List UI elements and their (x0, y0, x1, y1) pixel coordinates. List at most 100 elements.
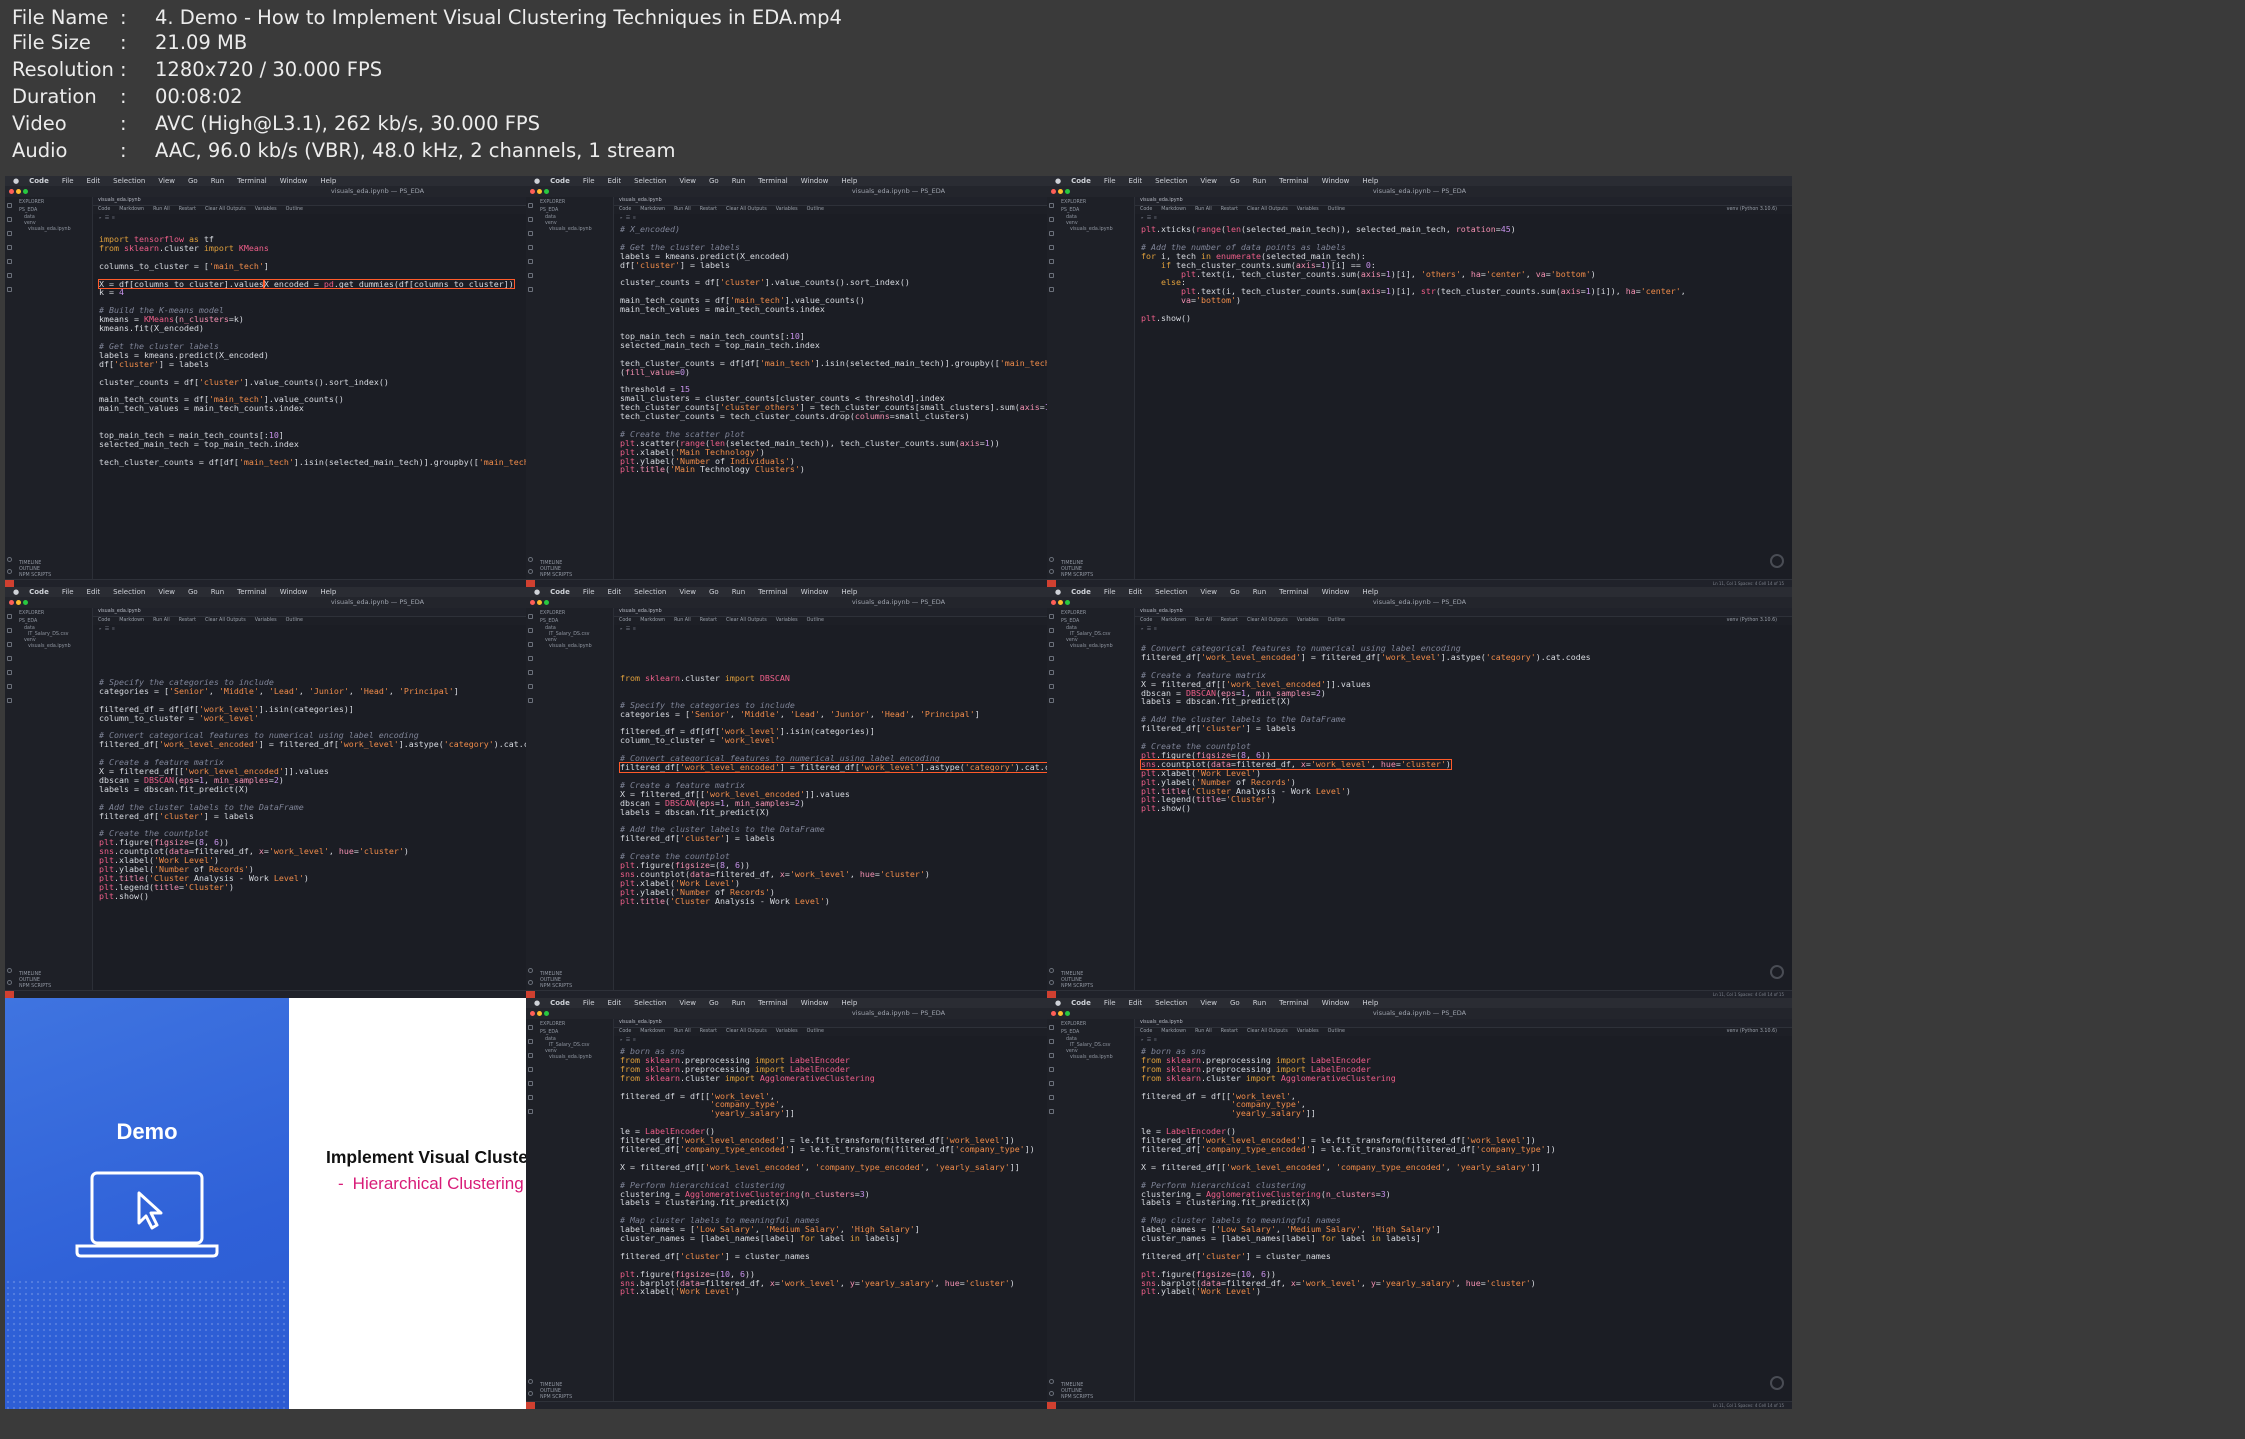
manage-gear-icon[interactable] (7, 569, 12, 574)
menu-item-help[interactable]: Help (841, 999, 857, 1007)
files-icon[interactable] (1049, 1025, 1054, 1030)
tree-item[interactable]: visuals_eda.ipynb (549, 1055, 592, 1060)
toolbar-button-markdown[interactable]: Markdown (1161, 207, 1186, 212)
menu-item-terminal[interactable]: Terminal (758, 588, 788, 596)
sidebar-panel-outline[interactable]: OUTLINE (1061, 567, 1082, 572)
run-debug-icon[interactable] (1049, 656, 1054, 661)
menu-item-edit[interactable]: Edit (87, 588, 101, 596)
manage-gear-icon[interactable] (528, 569, 533, 574)
extensions-icon[interactable] (1049, 1081, 1054, 1086)
source-control-icon[interactable] (528, 642, 533, 647)
toolbar-button-outline[interactable]: Outline (286, 207, 303, 212)
menu-item-edit[interactable]: Edit (608, 177, 622, 185)
notebook-editor[interactable]: visuals_eda.ipynb Code Markdown Run All Rest… (1135, 608, 1792, 991)
tree-item[interactable]: visuals_eda.ipynb (549, 227, 592, 232)
tree-item[interactable]: visuals_eda.ipynb (1070, 644, 1113, 649)
toolbar-button-restart[interactable]: Restart (1221, 1029, 1238, 1034)
toolbar-button-code[interactable]: Code (619, 1029, 631, 1034)
tab-visuals-eda[interactable]: visuals_eda.ipynb (1135, 197, 1792, 206)
toolbar-button-clear-all-outputs[interactable]: Clear All Outputs (205, 207, 246, 212)
menu-item-help[interactable]: Help (320, 177, 336, 185)
menu-item-help[interactable]: Help (320, 588, 336, 596)
account-icon[interactable] (528, 1379, 533, 1384)
tree-item[interactable]: data (1066, 215, 1077, 220)
manage-gear-icon[interactable] (1049, 980, 1054, 985)
remote-icon[interactable] (1049, 698, 1054, 703)
tree-item[interactable]: data (1066, 626, 1077, 631)
testing-icon[interactable] (528, 684, 533, 689)
sidebar-panel-outline[interactable]: OUTLINE (1061, 1389, 1082, 1394)
tree-item[interactable]: data (545, 626, 556, 631)
testing-icon[interactable] (528, 273, 533, 278)
code-cell[interactable]: # born as sns from sklearn.preprocessing … (1141, 1047, 1792, 1402)
menu-item-go[interactable]: Go (1230, 177, 1240, 185)
tree-item-csv[interactable]: IT_Salary_DS.csv (549, 1043, 589, 1048)
extensions-icon[interactable] (528, 670, 533, 675)
account-icon[interactable] (7, 557, 12, 562)
menu-item-terminal[interactable]: Terminal (1279, 999, 1309, 1007)
remote-indicator-icon[interactable] (5, 991, 14, 998)
menu-item-file[interactable]: File (62, 177, 74, 185)
vscode-thumbnail[interactable]: ● Code File Edit Selection View Go Run Terminal W… (1047, 998, 1792, 1409)
tree-item[interactable]: data (545, 1037, 556, 1042)
remote-indicator-icon[interactable] (526, 991, 535, 998)
kernel-picker[interactable]: venv (Python 3.10.6) (1727, 1028, 1777, 1036)
run-debug-icon[interactable] (7, 656, 12, 661)
menu-item-terminal[interactable]: Terminal (237, 177, 267, 185)
sidebar-panel-npm-scripts[interactable]: NPM SCRIPTS (1061, 984, 1093, 989)
toolbar-button-outline[interactable]: Outline (1328, 207, 1345, 212)
toolbar-button-code[interactable]: Code (1140, 207, 1152, 212)
tree-item[interactable]: visuals_eda.ipynb (28, 644, 71, 649)
search-icon[interactable] (1049, 628, 1054, 633)
menu-item-help[interactable]: Help (841, 588, 857, 596)
toolbar-button-markdown[interactable]: Markdown (640, 207, 665, 212)
menu-item-view[interactable]: View (158, 588, 175, 596)
menu-item-window[interactable]: Window (1322, 999, 1350, 1007)
project-folder[interactable]: PS_EDA (1061, 619, 1079, 624)
menu-item-terminal[interactable]: Terminal (758, 177, 788, 185)
sidebar-panel-timeline[interactable]: TIMELINE (540, 561, 562, 566)
kernel-picker[interactable]: venv (Python 3.10.6) (1727, 617, 1777, 625)
run-debug-icon[interactable] (1049, 1067, 1054, 1072)
account-icon[interactable] (1049, 557, 1054, 562)
menu-item-file[interactable]: File (1104, 177, 1116, 185)
tree-item[interactable]: venv (545, 638, 557, 643)
extensions-icon[interactable] (528, 259, 533, 264)
toolbar-button-run-all[interactable]: Run All (1195, 618, 1212, 623)
menu-item-code[interactable]: Code (550, 999, 570, 1007)
toolbar-button-variables[interactable]: Variables (255, 618, 277, 623)
manage-gear-icon[interactable] (528, 1391, 533, 1396)
project-folder[interactable]: PS_EDA (540, 208, 558, 213)
toolbar-button-markdown[interactable]: Markdown (1161, 618, 1186, 623)
menu-item-edit[interactable]: Edit (87, 177, 101, 185)
sidebar-panel-outline[interactable]: OUTLINE (540, 567, 561, 572)
manage-gear-icon[interactable] (1049, 1391, 1054, 1396)
files-icon[interactable] (1049, 614, 1054, 619)
source-control-icon[interactable] (7, 231, 12, 236)
sidebar-panel-timeline[interactable]: TIMELINE (1061, 1383, 1083, 1388)
apple-logo-icon[interactable]: ● (534, 588, 540, 596)
menu-item-edit[interactable]: Edit (1129, 588, 1143, 596)
toolbar-button-clear-all-outputs[interactable]: Clear All Outputs (1247, 618, 1288, 623)
menu-item-run[interactable]: Run (1253, 999, 1266, 1007)
run-debug-icon[interactable] (7, 245, 12, 250)
project-folder[interactable]: PS_EDA (1061, 208, 1079, 213)
toolbar-button-code[interactable]: Code (1140, 618, 1152, 623)
menu-item-code[interactable]: Code (1071, 999, 1091, 1007)
menu-item-code[interactable]: Code (1071, 588, 1091, 596)
toolbar-button-markdown[interactable]: Markdown (119, 207, 144, 212)
apple-logo-icon[interactable]: ● (1055, 999, 1061, 1007)
source-control-icon[interactable] (7, 642, 12, 647)
toolbar-button-variables[interactable]: Variables (776, 207, 798, 212)
tree-item[interactable]: venv (545, 1049, 557, 1054)
menu-item-file[interactable]: File (1104, 999, 1116, 1007)
menu-item-code[interactable]: Code (1071, 177, 1091, 185)
toolbar-button-run-all[interactable]: Run All (674, 618, 691, 623)
menu-item-selection[interactable]: Selection (634, 999, 666, 1007)
source-control-icon[interactable] (1049, 1053, 1054, 1058)
remote-icon[interactable] (1049, 1109, 1054, 1114)
sidebar-panel-timeline[interactable]: TIMELINE (1061, 972, 1083, 977)
menu-item-edit[interactable]: Edit (608, 588, 622, 596)
menu-item-code[interactable]: Code (29, 588, 49, 596)
code-cell[interactable]: plt.xticks(range(len(selected_main_tech)… (1141, 225, 1792, 580)
